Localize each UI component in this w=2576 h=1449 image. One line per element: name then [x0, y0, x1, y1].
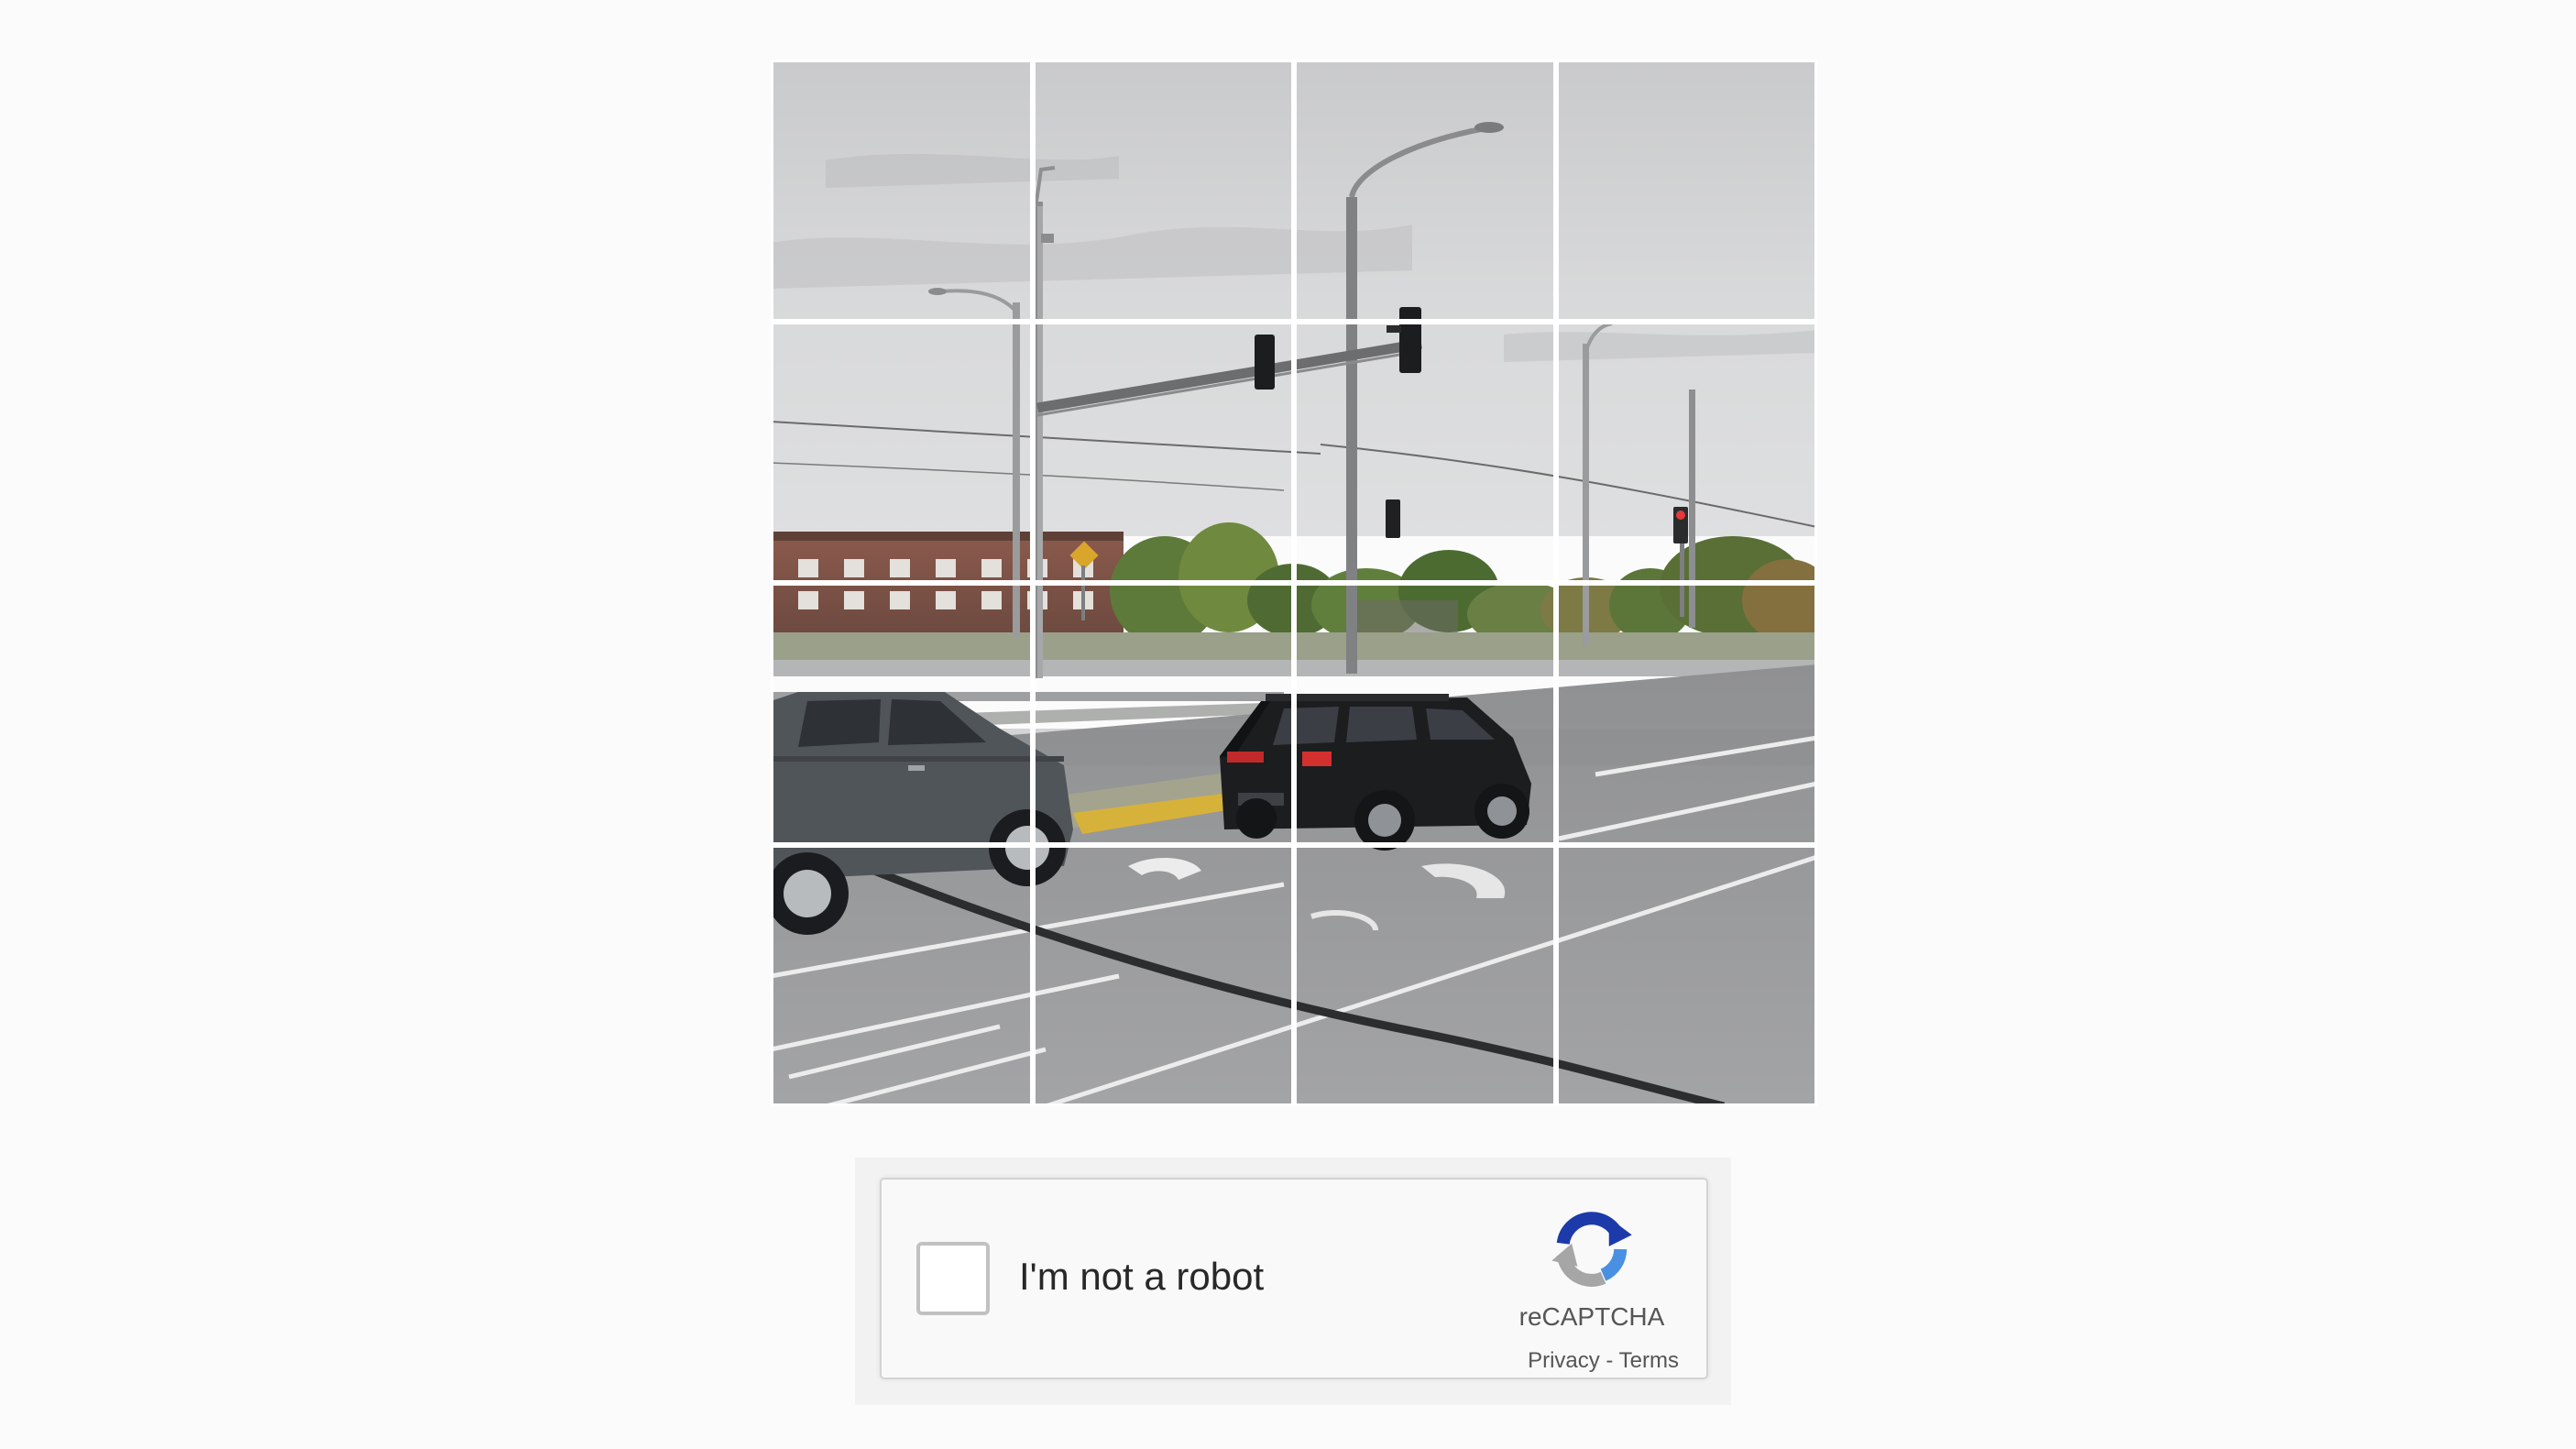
terms-link[interactable]: Terms — [1619, 1348, 1679, 1373]
links-separator: - — [1599, 1348, 1619, 1373]
captcha-tile-r1c2[interactable] — [1032, 60, 1294, 322]
privacy-link[interactable]: Privacy — [1528, 1348, 1600, 1373]
captcha-tile-r3c4[interactable] — [1555, 583, 1817, 845]
captcha-tile-r3c2[interactable] — [1032, 583, 1294, 845]
captcha-tile-r2c3[interactable] — [1294, 321, 1556, 583]
captcha-tile-r1c4[interactable] — [1555, 60, 1817, 322]
captcha-tile-r3c3[interactable] — [1294, 583, 1556, 845]
not-a-robot-checkbox[interactable] — [916, 1242, 990, 1315]
captcha-tile-r1c1[interactable] — [771, 60, 1033, 322]
recaptcha-brand-text: reCAPTCHA — [1518, 1302, 1665, 1331]
recaptcha-branding: reCAPTCHA — [1505, 1203, 1679, 1332]
captcha-tile-r4c2[interactable] — [1032, 844, 1294, 1106]
captcha-tile-r4c3[interactable] — [1294, 844, 1556, 1106]
checkbox-label: I'm not a robot — [1019, 1255, 1265, 1298]
captcha-tile-r2c4[interactable] — [1555, 321, 1817, 583]
captcha-tile-grid — [771, 60, 1817, 1106]
captcha-challenge-image — [771, 60, 1817, 1106]
recaptcha-logo-icon — [1551, 1212, 1632, 1287]
captcha-tile-r4c4[interactable] — [1555, 844, 1817, 1106]
captcha-tile-r1c3[interactable] — [1294, 60, 1556, 322]
recaptcha-widget: I'm not a robot reCAPTCHA Privacy - Term… — [880, 1178, 1708, 1379]
recaptcha-links: Privacy - Terms — [1528, 1348, 1679, 1374]
captcha-tile-r2c1[interactable] — [771, 321, 1033, 583]
captcha-page: I'm not a robot reCAPTCHA Privacy - Term… — [0, 0, 2576, 1449]
captcha-tile-r3c1[interactable] — [771, 583, 1033, 845]
captcha-tile-r4c1[interactable] — [771, 844, 1033, 1106]
captcha-tile-r2c2[interactable] — [1032, 321, 1294, 583]
